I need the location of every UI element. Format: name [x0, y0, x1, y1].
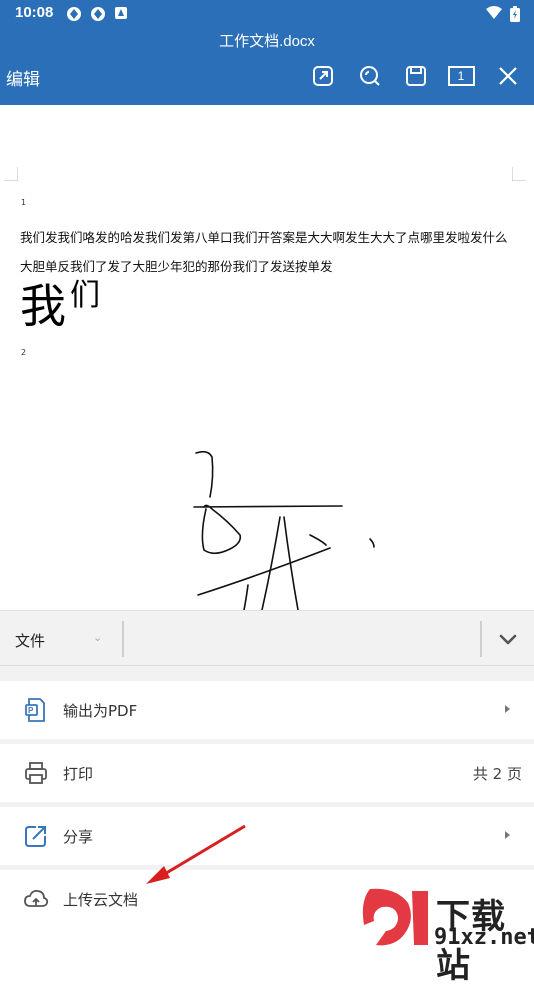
app-bar: 工作文档.docx 编辑 1	[0, 28, 534, 105]
handwriting-drawing	[193, 450, 375, 610]
share-item[interactable]: 分享	[0, 807, 534, 865]
share-out-icon	[313, 66, 333, 86]
system-icons	[486, 6, 520, 22]
status-time: 10:08	[15, 4, 54, 21]
search-icon	[360, 66, 380, 86]
share-out-button[interactable]	[309, 62, 337, 90]
sheet-header: 文件 ⌄	[0, 610, 534, 666]
document-title: 工作文档.docx	[219, 33, 315, 50]
cloud-upload-icon	[24, 889, 49, 907]
arrow-right-icon	[505, 831, 510, 839]
battery-icon	[510, 6, 520, 22]
notification-icons	[66, 6, 128, 22]
watermark-url: 91xz.net	[434, 925, 534, 950]
edit-mode-button[interactable]: 编辑	[6, 65, 40, 90]
sync-icon	[67, 7, 81, 21]
save-icon	[406, 66, 426, 86]
pdf-icon: P	[25, 698, 45, 722]
page-count-button[interactable]: 1	[445, 62, 477, 90]
close-icon	[499, 67, 517, 85]
file-tab[interactable]: 文件	[15, 630, 45, 651]
wifi-icon	[486, 6, 502, 19]
save-button[interactable]	[402, 62, 430, 90]
menu-item-label: 输出为PDF	[63, 702, 138, 720]
page-indicator: 1	[457, 69, 465, 83]
share-icon	[25, 826, 46, 847]
page-count-icon: 1	[447, 66, 475, 86]
arrow-right-icon	[505, 705, 510, 713]
status-bar: 10:08	[0, 0, 534, 28]
menu-item-label: 打印	[63, 765, 94, 783]
svg-text:P: P	[28, 706, 34, 715]
divider	[122, 621, 124, 657]
document-canvas[interactable]: 1 我们发我们咯发的哈发我们发第八单口我们开答案是大大啊发生大大了点哪里发啦发什…	[0, 105, 534, 610]
collapse-chevron-icon[interactable]	[494, 627, 522, 651]
search-button[interactable]	[356, 62, 384, 90]
printer-icon	[25, 762, 47, 784]
divider	[480, 621, 482, 657]
close-button[interactable]	[494, 62, 522, 90]
chevron-down-icon: ⌄	[93, 631, 103, 644]
export-pdf-item[interactable]: P 输出为PDF	[0, 681, 534, 739]
sync-icon	[91, 7, 105, 21]
page-total: 共 2 页	[472, 765, 522, 783]
app-notification-icon	[115, 7, 127, 19]
print-item[interactable]: 打印 共 2 页	[0, 744, 534, 802]
menu-item-label: 分享	[63, 828, 94, 846]
menu-item-label: 上传云文档	[63, 891, 139, 909]
